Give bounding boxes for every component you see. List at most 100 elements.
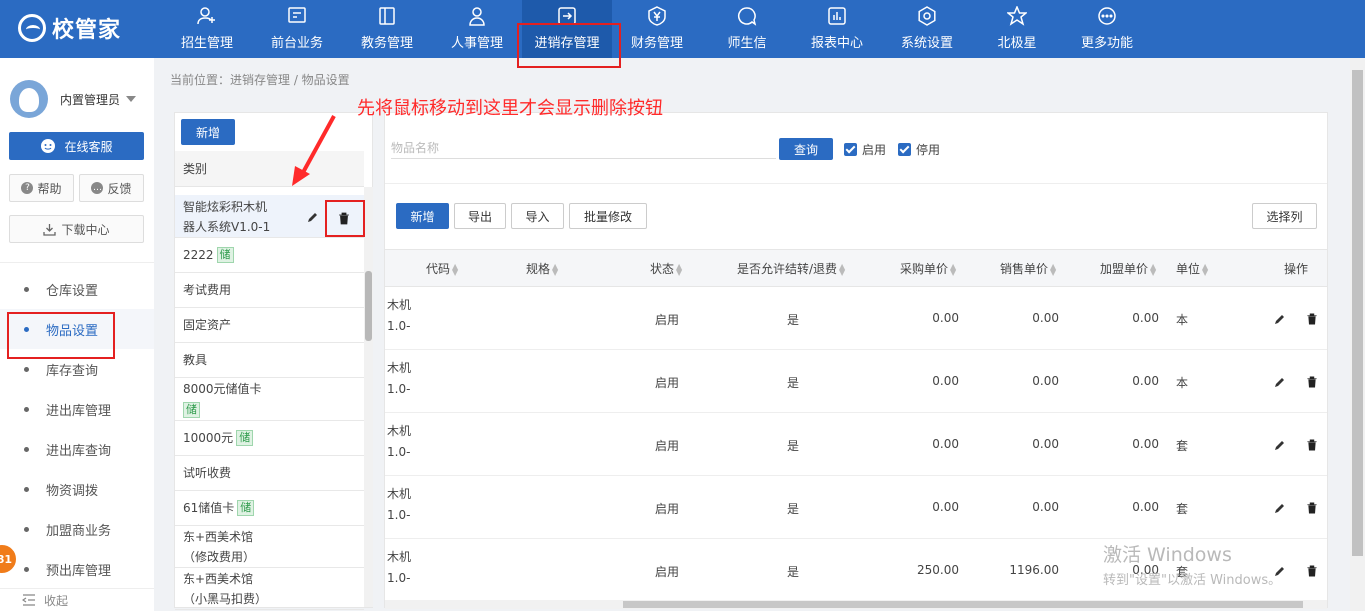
nav-item-settings[interactable]: 系统设置 <box>882 0 972 58</box>
scrollbar-thumb[interactable] <box>623 601 1303 608</box>
edit-icon[interactable] <box>307 211 319 223</box>
category-item[interactable]: 东+西美术馆 （修改费用） <box>175 526 364 568</box>
query-button[interactable]: 查询 <box>779 138 833 160</box>
column-label: 状态 <box>650 262 675 276</box>
category-list: 智能炫彩积木机 器人系统V1.0-1 2222 储 考试费用 固定资产 教具 8… <box>175 195 364 610</box>
sale-price-cell: 0.00 <box>1032 311 1059 325</box>
nav-item-reports[interactable]: 报表中心 <box>792 0 882 58</box>
sort-icon: ▲ ▼ <box>552 261 559 277</box>
horizontal-scrollbar[interactable] <box>385 600 1327 609</box>
bullet-icon <box>24 446 29 452</box>
scrollbar-thumb[interactable] <box>1352 70 1363 556</box>
edit-icon[interactable] <box>1274 376 1286 388</box>
category-item[interactable]: 10000元 储 <box>175 421 364 456</box>
category-item[interactable]: 2222 储 <box>175 238 364 273</box>
column-header-spec[interactable]: 规格 ▲ ▼ <box>526 250 558 288</box>
sidebar-item-label: 进出库管理 <box>46 403 112 419</box>
feedback-button[interactable]: … 反馈 <box>79 174 144 202</box>
column-label: 采购单价 <box>900 262 949 276</box>
column-header-franchise-price[interactable]: 加盟单价 ▲ ▼ <box>1100 250 1156 288</box>
column-label: 加盟单价 <box>1100 262 1149 276</box>
nav-item-messaging[interactable]: 师生信 <box>702 0 792 58</box>
nav-item-polaris[interactable]: 北极星 <box>972 0 1062 58</box>
category-name-line2: （修改费用） <box>183 550 256 564</box>
item-name-line2: 1.0- <box>387 382 411 396</box>
item-name-line2: 1.0- <box>387 508 411 522</box>
unit-cell: 套 <box>1176 439 1189 453</box>
table-row[interactable]: 木机 1.0- 启用 是 0.00 0.00 0.00 本 <box>385 350 1327 413</box>
sidebar-item-label: 预出库管理 <box>46 563 112 579</box>
trash-icon[interactable] <box>1306 439 1318 451</box>
column-header-status[interactable]: 状态 ▲ ▼ <box>650 250 682 288</box>
nav-item-frontdesk[interactable]: 前台业务 <box>252 0 342 58</box>
column-header-unit[interactable]: 单位 ▲ ▼ <box>1176 250 1208 288</box>
nav-item-more[interactable]: 更多功能 <box>1062 0 1152 58</box>
nav-item-finance[interactable]: 财务管理 <box>612 0 702 58</box>
category-name: 61储值卡 <box>183 501 235 515</box>
category-item[interactable]: 固定资产 <box>175 308 364 343</box>
sidebar-item-warehouse-settings[interactable]: 仓库设置 <box>0 269 154 309</box>
add-category-button[interactable]: 新增 <box>181 119 235 145</box>
category-item[interactable]: 8000元储值卡 储 <box>175 378 364 421</box>
category-item[interactable]: 教具 <box>175 343 364 378</box>
stored-value-tag: 储 <box>216 247 234 263</box>
app-logo[interactable]: 校管家 <box>18 12 121 44</box>
category-name: 固定资产 <box>183 318 232 332</box>
trash-icon[interactable] <box>1306 502 1318 514</box>
help-button[interactable]: ? 帮助 <box>9 174 74 202</box>
trash-icon[interactable] <box>1306 565 1318 577</box>
category-item[interactable]: 考试费用 <box>175 273 364 308</box>
user-menu[interactable]: 内置管理员 <box>10 80 137 118</box>
column-header-purchase-price[interactable]: 采购单价 ▲ ▼ <box>900 250 956 288</box>
item-name-cell: 木机 1.0- <box>387 484 411 526</box>
sort-icon: ▲ ▼ <box>950 261 957 277</box>
disabled-checkbox[interactable]: 停用 <box>898 141 940 158</box>
add-item-button[interactable]: 新增 <box>396 203 449 229</box>
online-service-button[interactable]: 在线客服 <box>9 132 144 160</box>
download-center-button[interactable]: 下载中心 <box>9 215 144 243</box>
sidebar-item-material-transfer[interactable]: 物资调拨 <box>0 469 154 509</box>
category-item[interactable]: 试听收费 <box>175 456 364 491</box>
category-item[interactable]: 61储值卡 储 <box>175 491 364 526</box>
sidebar-item-inout-query[interactable]: 进出库查询 <box>0 429 154 469</box>
enabled-checkbox[interactable]: 启用 <box>844 141 886 158</box>
table-row[interactable]: 木机 1.0- 启用 是 0.00 0.00 0.00 套 <box>385 413 1327 476</box>
sidebar-item-franchise-business[interactable]: 加盟商业务 <box>0 509 154 549</box>
table-row[interactable]: 木机 1.0- 启用 是 0.00 0.00 0.00 本 <box>385 287 1327 350</box>
edit-icon[interactable] <box>1274 313 1286 325</box>
nav-label: 人事管理 <box>450 36 503 51</box>
item-name: 木机 <box>387 487 412 501</box>
export-button[interactable]: 导出 <box>454 203 506 229</box>
watermark-subtitle: 转到"设置"以激活 Windows。 <box>1103 573 1282 588</box>
transfer-cell: 是 <box>787 313 800 327</box>
column-header-code[interactable]: 代码 ▲ ▼ <box>426 250 458 288</box>
trash-icon[interactable] <box>1306 376 1318 388</box>
edit-icon[interactable] <box>1274 502 1286 514</box>
transfer-cell: 是 <box>787 502 800 516</box>
watermark-title: 激活 Windows <box>1103 544 1232 566</box>
category-scrollbar[interactable] <box>364 187 373 607</box>
nav-item-enrollment[interactable]: 招生管理 <box>162 0 252 58</box>
nav-label: 师生信 <box>727 36 767 51</box>
trash-icon[interactable] <box>1306 313 1318 325</box>
scrollbar-thumb[interactable] <box>365 271 372 341</box>
column-header-sale-price[interactable]: 销售单价 ▲ ▼ <box>1000 250 1056 288</box>
yen-shield-icon <box>648 6 666 26</box>
item-name-search-input[interactable]: 物品名称 <box>391 137 776 159</box>
nav-item-hr[interactable]: 人事管理 <box>432 0 522 58</box>
category-item[interactable]: 东+西美术馆 （小黑马扣费） <box>175 568 364 610</box>
batch-edit-button[interactable]: 批量修改 <box>569 203 647 229</box>
sidebar-item-inout-management[interactable]: 进出库管理 <box>0 389 154 429</box>
collapse-button[interactable]: 收起 <box>0 588 154 611</box>
item-name: 木机 <box>387 361 412 375</box>
page-scrollbar[interactable] <box>1350 58 1365 611</box>
select-columns-button[interactable]: 选择列 <box>1252 203 1317 229</box>
status-cell: 启用 <box>655 313 680 327</box>
import-button[interactable]: 导入 <box>511 203 564 229</box>
edit-icon[interactable] <box>1274 439 1286 451</box>
table-row[interactable]: 木机 1.0- 启用 是 0.00 0.00 0.00 套 <box>385 476 1327 539</box>
column-header-transfer[interactable]: 是否允许结转/退费 ▲ ▼ <box>737 250 845 288</box>
sidebar-item-pre-outbound[interactable]: 预出库管理 <box>0 549 154 589</box>
collapse-label: 收起 <box>44 593 69 608</box>
nav-item-academic[interactable]: 教务管理 <box>342 0 432 58</box>
